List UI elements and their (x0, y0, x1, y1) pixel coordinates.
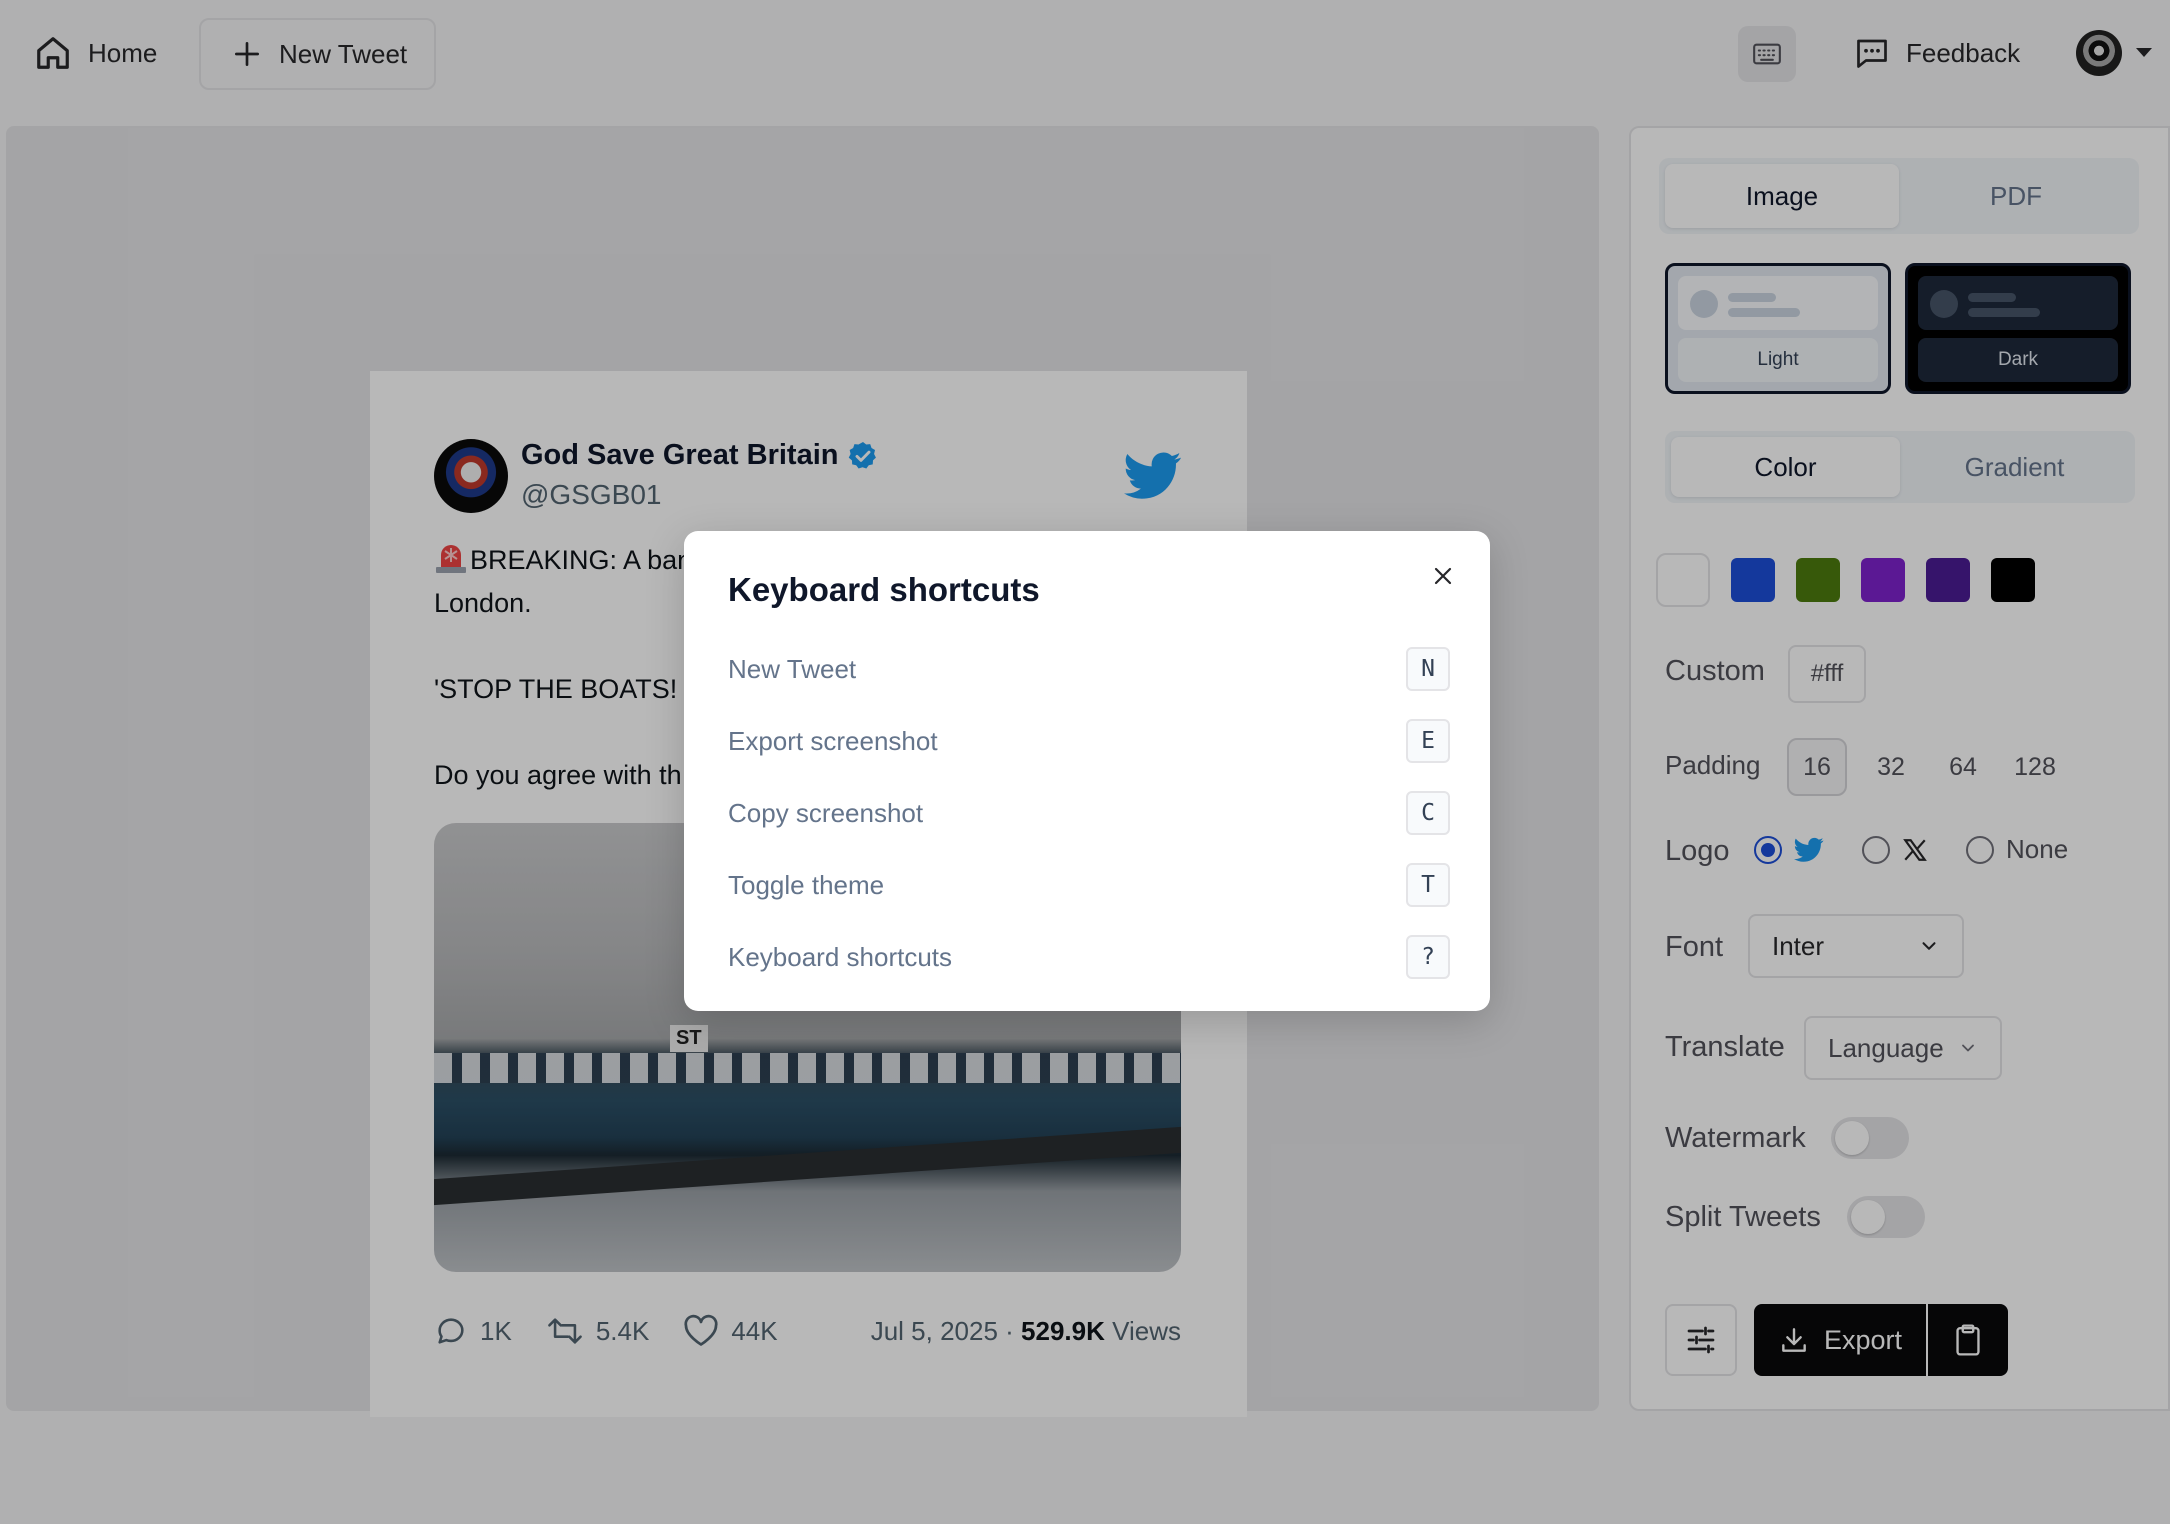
shortcut-key: ? (1406, 935, 1450, 979)
keyboard-shortcuts-dialog: Keyboard shortcuts New Tweet N Export sc… (684, 531, 1490, 1011)
shortcut-row: New Tweet N (728, 633, 1450, 705)
dialog-title: Keyboard shortcuts (728, 571, 1040, 608)
shortcut-label: Export screenshot (728, 725, 938, 756)
shortcut-row: Export screenshot E (728, 705, 1450, 777)
shortcut-list: New Tweet N Export screenshot E Copy scr… (728, 633, 1450, 993)
close-button[interactable] (1428, 561, 1458, 591)
shortcut-key: T (1406, 863, 1450, 907)
shortcut-key: E (1406, 719, 1450, 763)
shortcut-label: Copy screenshot (728, 797, 924, 828)
shortcut-key: C (1406, 791, 1450, 835)
close-icon (1434, 567, 1452, 585)
shortcut-row: Keyboard shortcuts ? (728, 921, 1450, 993)
shortcut-key: N (1406, 647, 1450, 691)
shortcut-label: Toggle theme (728, 869, 885, 900)
shortcut-row: Copy screenshot C (728, 777, 1450, 849)
shortcut-row: Toggle theme T (728, 849, 1450, 921)
shortcut-label: Keyboard shortcuts (728, 941, 953, 972)
shortcut-label: New Tweet (728, 653, 857, 684)
